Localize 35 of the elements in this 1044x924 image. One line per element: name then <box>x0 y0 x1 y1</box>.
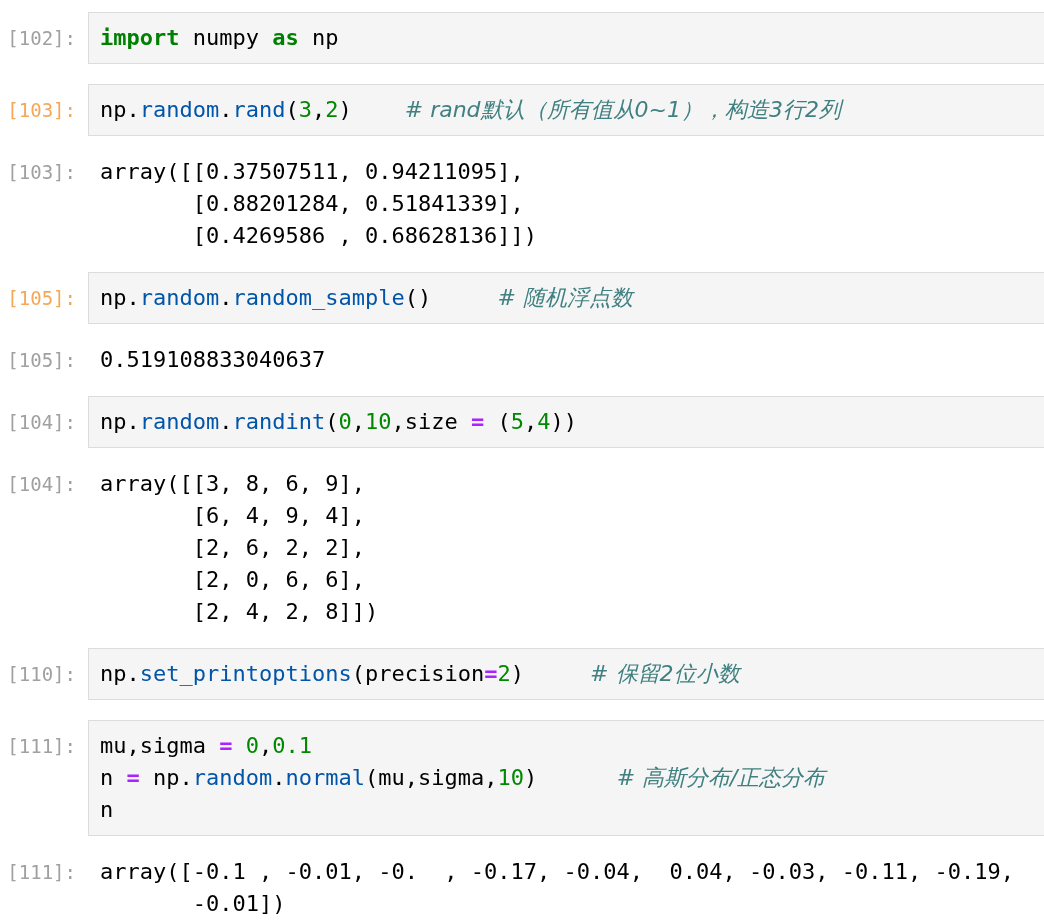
code-line: np.random.randint(0,10,size = (5,4)) <box>100 408 578 436</box>
output-line: [0.88201284, 0.51841339], <box>191 190 525 218</box>
output-line: [2, 4, 2, 8]]) <box>191 598 380 626</box>
output-line: array([[0.37507511, 0.94211095], <box>100 158 525 186</box>
output-line: [2, 6, 2, 2], <box>191 534 366 562</box>
code-line: np.random.random_sample() # 随机浮点数 <box>100 284 636 312</box>
code-line: import numpy as np <box>100 24 340 52</box>
code-line: n <box>100 796 115 824</box>
output-prompt: [105]: <box>6 348 77 373</box>
cell-prompt: [102]: <box>6 26 77 51</box>
cell-prompt: [104]: <box>6 410 77 435</box>
output-line: [6, 4, 9, 4], <box>191 502 366 530</box>
code-cell[interactable]: import numpy as np <box>88 12 1044 64</box>
code-line: mu,sigma = 0,0.1 <box>100 732 313 760</box>
output-line: -0.01]) <box>191 890 287 918</box>
cell-prompt: [111]: <box>6 734 77 759</box>
output-line: 0.519108833040637 <box>100 346 327 374</box>
code-line: np.random.rand(3,2) # rand默认（所有值从0~1），构造3行2列 <box>100 94 1033 126</box>
code-cell[interactable]: mu,sigma = 0,0.1 n = np.random.normal(mu,sigma,10) # 高斯分布/正态分布 n <box>88 720 1044 836</box>
code-cell[interactable]: np.random.randint(0,10,size = (5,4)) <box>88 396 1044 448</box>
code-line: n = np.random.normal(mu,sigma,10) # 高斯分布/正态分布 <box>100 764 829 792</box>
code-cell[interactable]: np.set_printoptions(precision=2) # 保留2位小数 <box>88 648 1044 700</box>
code-line: np.set_printoptions(precision=2) # 保留2位小数 <box>100 660 743 688</box>
output-line: array([-0.1 , -0.01, -0. , -0.17, -0.04, 0.04, -0.03, -0.11, -0.19, <box>100 858 1015 886</box>
output-line: array([[3, 8, 6, 9], <box>100 470 366 498</box>
code-cell[interactable]: np.random.rand(3,2) # rand默认（所有值从0~1），构造3行2列 <box>88 84 1044 136</box>
code-cell[interactable]: np.random.random_sample() # 随机浮点数 <box>88 272 1044 324</box>
output-prompt: [103]: <box>6 160 77 185</box>
cell-prompt: [105]: <box>6 286 77 311</box>
output-line: [2, 0, 6, 6], <box>191 566 366 594</box>
cell-prompt: [103]: <box>6 98 77 123</box>
output-prompt: [111]: <box>6 860 77 885</box>
output-prompt: [104]: <box>6 472 77 497</box>
output-line: [0.4269586 , 0.68628136]]) <box>191 222 539 250</box>
cell-prompt: [110]: <box>6 662 77 687</box>
